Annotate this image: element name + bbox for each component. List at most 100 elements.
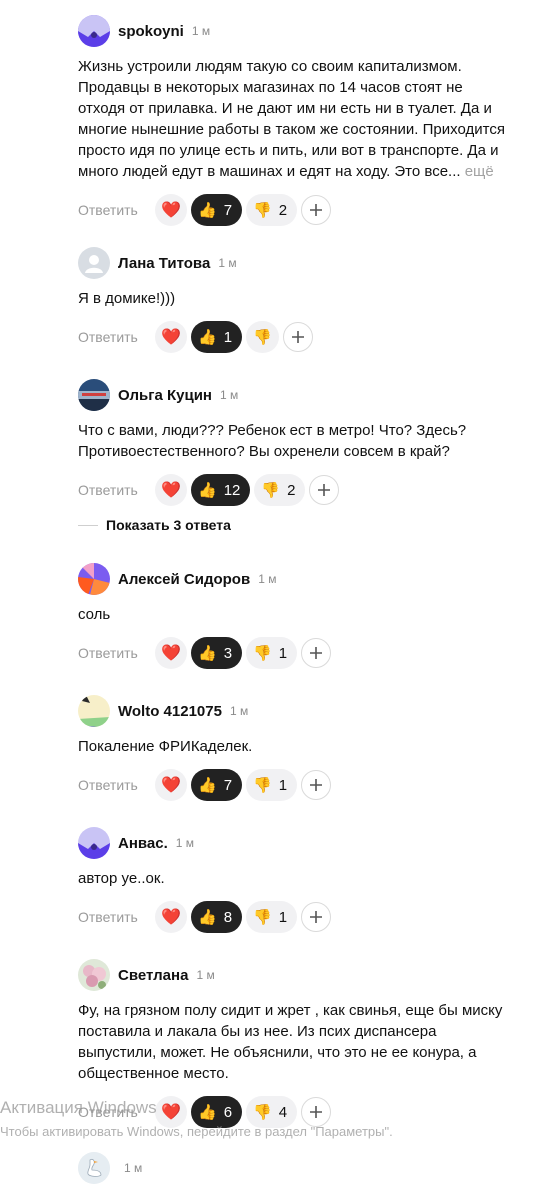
comment-text: Фу, на грязном полу сидит и жрет , как с…	[78, 1002, 503, 1082]
show-replies-label: Показать 3 ответа	[106, 517, 231, 533]
show-replies-button[interactable]: Показать 3 ответа	[78, 517, 231, 533]
avatar[interactable]	[78, 563, 110, 595]
add-reaction-button[interactable]	[301, 902, 332, 932]
reply-button[interactable]: Ответить	[78, 909, 155, 925]
like-button[interactable]: 👍 7	[191, 769, 243, 801]
like-count: 7	[223, 201, 233, 219]
heart-reaction-button[interactable]: ❤️	[155, 901, 187, 933]
dislike-count: 1	[278, 908, 288, 926]
add-reaction-button[interactable]	[301, 638, 332, 668]
avatar[interactable]	[78, 15, 110, 47]
comment-text: автор уе..ок.	[78, 870, 165, 887]
thumbs-down-icon: 👎	[253, 645, 272, 662]
dislike-button[interactable]: 👎	[246, 321, 279, 353]
avatar[interactable]	[78, 379, 110, 411]
comment-time: 1 м	[175, 836, 195, 850]
heart-reaction-button[interactable]: ❤️	[155, 637, 187, 669]
like-count: 8	[223, 908, 233, 926]
plus-icon	[310, 647, 323, 659]
add-reaction-button[interactable]	[301, 1097, 332, 1127]
reply-button[interactable]: Ответить	[78, 777, 155, 793]
like-button[interactable]: 👍 12	[191, 474, 251, 506]
like-count: 1	[223, 328, 233, 346]
avatar[interactable]	[78, 1152, 110, 1184]
reply-button[interactable]: Ответить	[78, 202, 155, 218]
heart-icon: ❤️	[161, 909, 181, 926]
author-name[interactable]: Алексей Сидоров	[118, 571, 250, 588]
thumbs-up-icon: 👍	[198, 777, 217, 794]
reply-button[interactable]: Ответить	[78, 329, 155, 345]
thumbs-up-icon: 👍	[198, 909, 217, 926]
comment: spokoyni 1 м Жизнь устроили людям такую …	[78, 15, 518, 226]
dislike-count: 1	[278, 776, 288, 794]
thumbs-up-icon: 👍	[198, 329, 217, 346]
thumbs-down-icon: 👎	[253, 202, 272, 219]
like-count: 6	[223, 1103, 233, 1121]
comment-time: 1 м	[124, 1161, 143, 1175]
thumbs-down-icon: 👎	[253, 909, 272, 926]
comment-time: 1 м	[196, 968, 215, 982]
heart-reaction-button[interactable]: ❤️	[155, 321, 187, 353]
reply-button[interactable]: Ответить	[78, 645, 155, 661]
plus-icon	[310, 779, 323, 791]
dislike-button[interactable]: 👎 2	[254, 474, 306, 506]
avatar[interactable]	[78, 247, 110, 279]
thumbs-down-icon: 👎	[261, 482, 281, 499]
like-button[interactable]: 👍 8	[191, 901, 243, 933]
comment-text: соль	[78, 606, 111, 623]
avatar[interactable]	[78, 695, 110, 727]
comment-time: 1 м	[191, 24, 211, 38]
comment-text: Я в домике!)))	[78, 290, 176, 307]
dislike-button[interactable]: 👎 2	[246, 194, 298, 226]
dislike-count: 2	[278, 201, 288, 219]
comment-actions: Ответить ❤️ 👍 3 👎 1	[78, 637, 518, 669]
dislike-button[interactable]: 👎 1	[246, 769, 298, 801]
add-reaction-button[interactable]	[309, 475, 340, 505]
comment-actions: Ответить ❤️ 👍 7 👎 2	[78, 194, 518, 226]
add-reaction-button[interactable]	[301, 195, 332, 225]
heart-reaction-button[interactable]: ❤️	[155, 194, 187, 226]
heart-reaction-button[interactable]: ❤️	[155, 769, 187, 801]
comment-actions: Ответить ❤️ 👍 1 👎	[78, 321, 518, 353]
plus-icon	[310, 1106, 323, 1118]
like-button[interactable]: 👍 1	[191, 321, 243, 353]
reply-button[interactable]: Ответить	[78, 482, 155, 498]
comment-actions: Ответить ❤️ 👍 8 👎 1	[78, 901, 518, 933]
like-count: 3	[223, 644, 233, 662]
author-name[interactable]: Анвас.	[118, 835, 168, 852]
author-name[interactable]: Wolto 4121075	[118, 703, 222, 720]
comment-actions: Ответить ❤️ 👍 7 👎 1	[78, 769, 518, 801]
dislike-button[interactable]: 👎 1	[246, 637, 298, 669]
comment-text: Покаление ФРИКаделек.	[78, 738, 253, 755]
goose-icon	[78, 1152, 110, 1184]
comment-actions: Ответить ❤️ 👍 12 👎 2	[78, 474, 518, 506]
comment: Ольга Куцин 1 м Что с вами, люди??? Ребе…	[78, 379, 518, 506]
thumbs-down-icon: 👎	[253, 777, 272, 794]
add-reaction-button[interactable]	[301, 770, 332, 800]
author-name[interactable]: Светлана	[118, 967, 188, 984]
avatar[interactable]	[78, 959, 110, 991]
comment-text: Жизнь устроили людям такую со своим капи…	[78, 58, 505, 180]
heart-icon: ❤️	[161, 482, 181, 499]
author-name[interactable]: Лана Титова	[118, 255, 210, 272]
avatar[interactable]	[78, 827, 110, 859]
more-link[interactable]: ещё	[465, 163, 494, 180]
windows-activation-title: Активация Windows	[0, 1098, 157, 1117]
comment: Анвас. 1 м автор уе..ок. Ответить ❤️ 👍 8 …	[78, 827, 518, 933]
dislike-button[interactable]: 👎 1	[246, 901, 298, 933]
like-count: 12	[223, 481, 241, 499]
add-reaction-button[interactable]	[282, 322, 313, 352]
dislike-count: 4	[278, 1103, 288, 1121]
like-button[interactable]: 👍 7	[191, 194, 243, 226]
comment: Лана Титова 1 м Я в домике!))) Ответить …	[78, 247, 518, 353]
thumbs-up-icon: 👍	[198, 202, 217, 219]
thumbs-up-icon: 👍	[198, 482, 217, 499]
plus-icon	[291, 331, 304, 343]
thumbs-up-icon: 👍	[198, 1104, 217, 1121]
comment: 1 м	[78, 1152, 142, 1184]
author-name[interactable]: Ольга Куцин	[118, 387, 212, 404]
heart-reaction-button[interactable]: ❤️	[155, 474, 187, 506]
like-button[interactable]: 👍 3	[191, 637, 243, 669]
author-name[interactable]: spokoyni	[118, 23, 184, 40]
default-user-icon	[85, 255, 103, 273]
